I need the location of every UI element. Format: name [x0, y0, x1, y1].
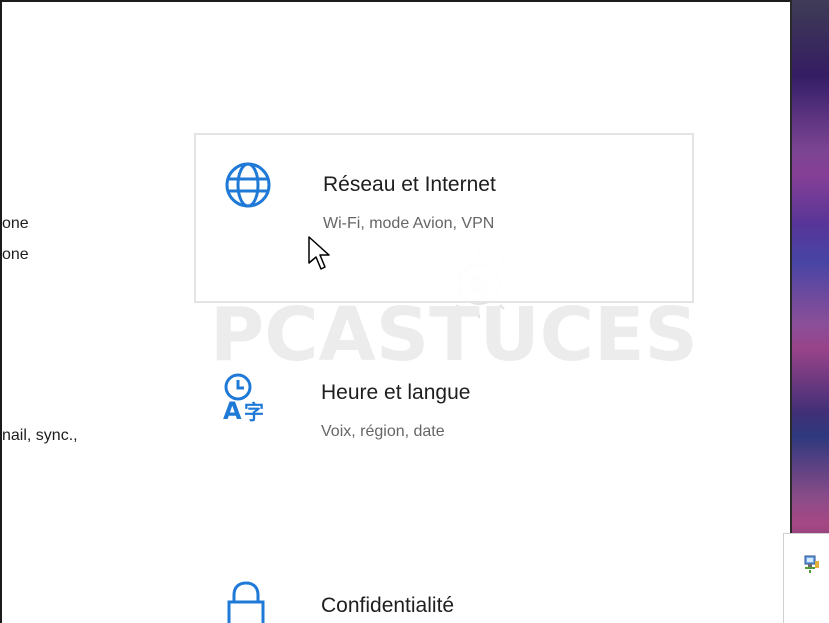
- svg-text:A: A: [223, 397, 242, 423]
- tile-subtitle: Voix, région, date: [321, 423, 445, 440]
- tile-title: Réseau et Internet: [323, 173, 496, 196]
- settings-tile-time-language[interactable]: A 字 Heure et langue Voix, région, date: [194, 343, 694, 483]
- desktop-window-fragment: [783, 533, 829, 623]
- settings-tile-network[interactable]: Réseau et Internet Wi-Fi, mode Avion, VP…: [194, 133, 694, 303]
- left-list-item[interactable]: nail, sync.,: [2, 426, 122, 446]
- computer-network-icon[interactable]: [802, 555, 821, 574]
- left-list-item[interactable]: one: [2, 214, 58, 234]
- svg-text:字: 字: [244, 400, 264, 423]
- tile-title: Confidentialité: [321, 594, 455, 617]
- lock-icon: [227, 581, 265, 623]
- settings-tile-privacy[interactable]: Confidentialité: [194, 560, 694, 623]
- desktop-background: [792, 0, 829, 623]
- screen: one one nail, sync., PCASTUCES Réseau et…: [0, 0, 829, 623]
- window-border-left: [0, 0, 2, 623]
- window-border-top: [0, 0, 792, 2]
- left-list-item[interactable]: one: [2, 245, 58, 265]
- tile-title: Heure et langue: [321, 381, 471, 404]
- tile-subtitle: Wi-Fi, mode Avion, VPN: [323, 215, 495, 232]
- globe-icon: [225, 162, 271, 208]
- time-language-icon: A 字: [223, 373, 264, 423]
